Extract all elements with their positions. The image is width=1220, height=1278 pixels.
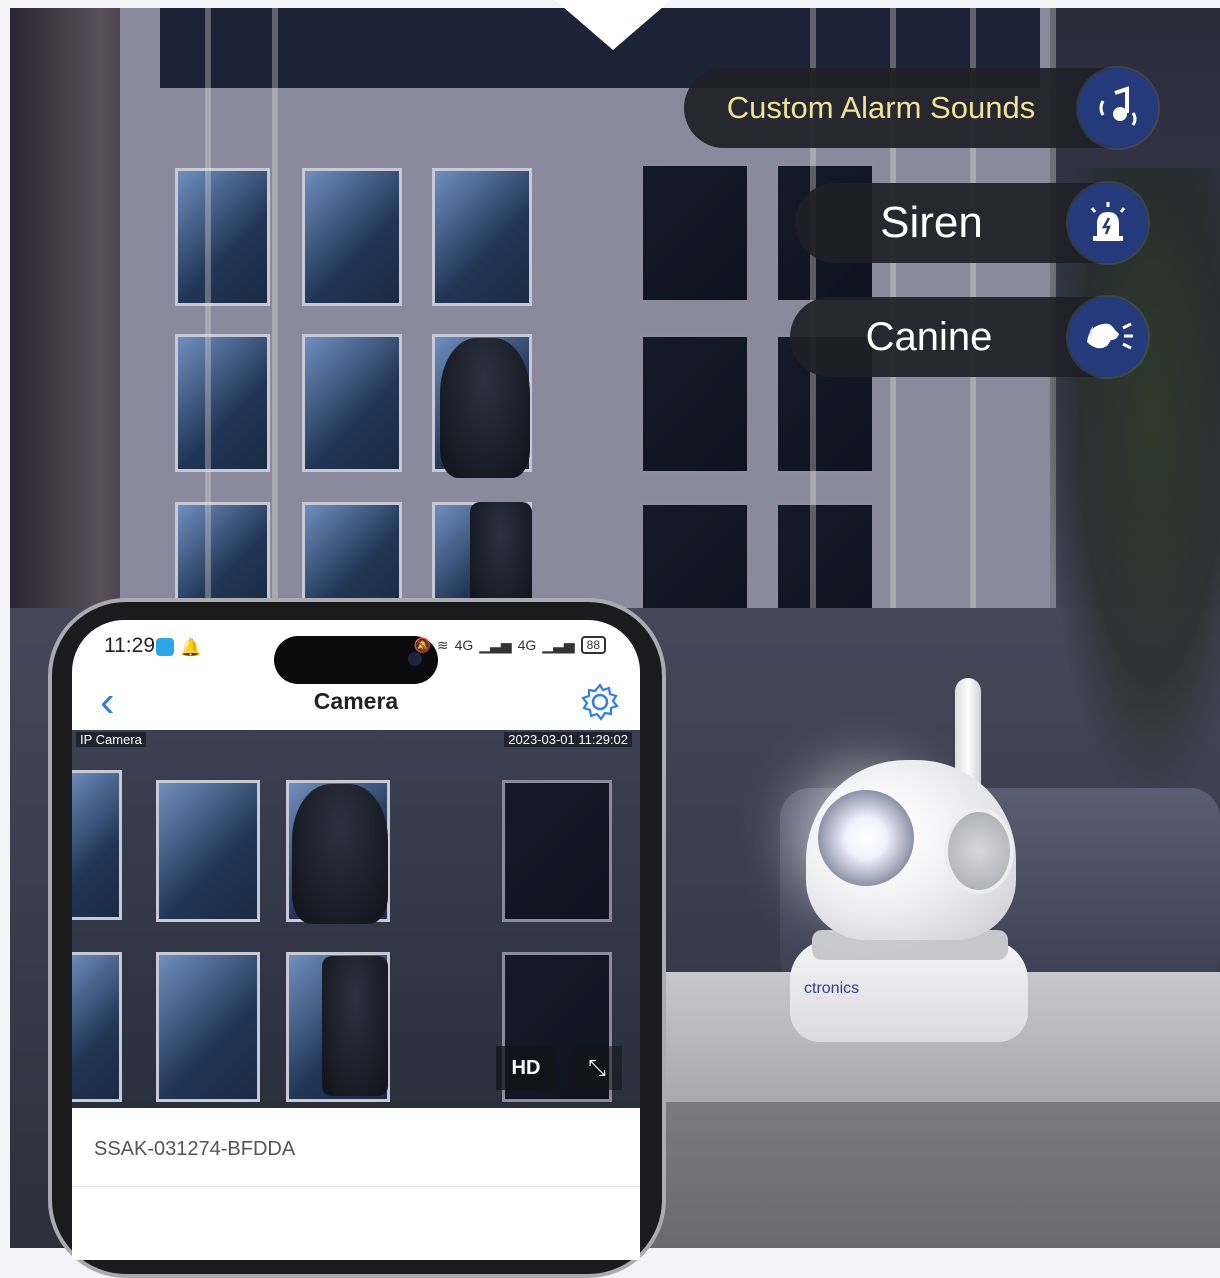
status-icons: 🔕 ≋ 4G ▁▃▅ 4G ▁▃▅ 88	[413, 636, 606, 654]
window-pane	[302, 334, 402, 472]
pill-label: Canine	[865, 314, 993, 359]
pill-siren: Siren	[795, 183, 1148, 263]
feed-window-pane	[502, 780, 612, 922]
dog-bark-icon	[1068, 297, 1148, 377]
top-notch-decoration	[555, 0, 671, 50]
bell-icon: 🔔	[180, 638, 202, 657]
window-pane	[640, 334, 750, 474]
pill-label: Custom Alarm Sounds	[726, 90, 1036, 125]
feed-label: IP Camera	[76, 732, 146, 747]
music-note-sound-icon	[1078, 68, 1158, 148]
nav-bar: ‹ Camera	[72, 678, 640, 730]
feed-window-pane	[156, 780, 260, 922]
app-notification-icon	[156, 638, 174, 656]
feed-window-pane	[72, 770, 122, 920]
feed-intruder-body	[322, 956, 388, 1096]
feed-window-pane	[72, 952, 122, 1102]
wifi-icon: ≋	[436, 636, 449, 653]
camera-speaker	[944, 808, 1014, 894]
hd-button[interactable]: HD	[496, 1046, 556, 1090]
signal-icon: ▁▃▅	[479, 636, 512, 653]
mute-bell-icon: 🔕	[413, 636, 431, 653]
signal-icon: ▁▃▅	[542, 636, 575, 653]
intruder-body	[470, 502, 532, 612]
network-label: 4G	[454, 637, 474, 653]
window-pane	[175, 334, 270, 472]
window-pane	[175, 168, 270, 306]
front-camera-dot	[408, 652, 422, 666]
window-pane	[302, 168, 402, 306]
window-pane	[640, 163, 750, 303]
window-pane	[175, 502, 270, 612]
camera-live-feed[interactable]: IP Camera 2023-03-01 11:29:02 HD ⤡	[72, 730, 640, 1108]
camera-brand-logo: ctronics	[804, 980, 860, 997]
page-title: Camera	[313, 688, 399, 714]
phone-screen: 11:29 🔔 🔕 ≋ 4G ▁▃▅ 4G ▁▃▅ 88 ‹ Camera IP	[72, 620, 640, 1260]
window-pane	[432, 168, 532, 306]
battery-icon: 88	[580, 636, 606, 654]
divider	[72, 1186, 640, 1187]
expand-arrow-icon[interactable]: ⤡	[572, 1046, 622, 1090]
pill-custom-alarm-sounds: Custom Alarm Sounds	[684, 68, 1158, 148]
feed-window-pane	[156, 952, 260, 1102]
gear-icon[interactable]	[580, 682, 620, 722]
siren-alarm-icon	[1068, 183, 1148, 263]
feed-timestamp: 2023-03-01 11:29:02	[504, 732, 632, 747]
window-pane	[302, 502, 402, 612]
intruder-figure	[440, 338, 530, 478]
camera-lens-light	[818, 790, 914, 886]
feed-intruder	[292, 784, 388, 924]
network-label: 4G	[517, 637, 537, 653]
status-time: 11:29	[104, 634, 155, 657]
pill-canine: Canine	[790, 297, 1148, 377]
pill-label: Siren	[880, 198, 983, 247]
device-id: SSAK-031274-BFDDA	[94, 1138, 296, 1160]
